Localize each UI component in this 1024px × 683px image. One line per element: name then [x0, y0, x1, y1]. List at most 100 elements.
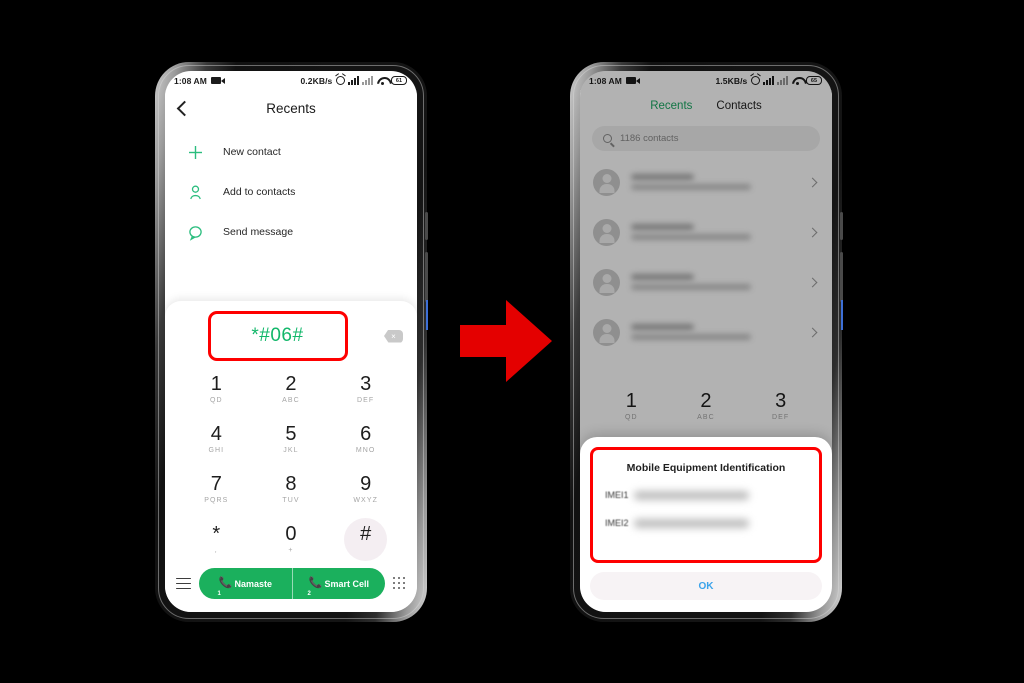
- key-sublabel: ABC: [282, 396, 300, 404]
- tab-recents[interactable]: Recents: [650, 100, 692, 112]
- dialpad-key-2[interactable]: 2 ABC: [669, 381, 744, 431]
- key-sublabel: QD: [624, 413, 638, 421]
- dialpad-key-8[interactable]: 8 TUV: [254, 464, 329, 514]
- avatar: [593, 218, 620, 246]
- key-digit: 0: [285, 522, 297, 545]
- key-sublabel: ABC: [697, 413, 715, 421]
- right-status-time-group: 1:08 AM: [589, 75, 640, 86]
- key-digit: 3: [775, 389, 787, 412]
- dialpad-key-0[interactable]: 0 +: [254, 514, 329, 564]
- red-right-arrow-icon: [460, 300, 552, 382]
- imei2-label: IMEI2: [605, 518, 629, 528]
- right-phone-power-button[interactable]: [840, 252, 843, 302]
- page-title: Recents: [266, 100, 316, 116]
- dialpad-key-1[interactable]: 1 QD: [594, 381, 669, 431]
- right-status-network-speed: 1.5KB/s: [715, 75, 748, 86]
- imei1-row: IMEI1: [605, 490, 807, 500]
- left-status-icons: 0.2KB/s 61: [300, 76, 407, 86]
- tab-contacts[interactable]: Contacts: [716, 100, 761, 112]
- key-sublabel: GHI: [208, 446, 225, 454]
- left-status-bar: 1:08 AM 0.2KB/s 61: [165, 71, 417, 90]
- wifi-icon: [377, 77, 388, 85]
- right-status-time: 1:08 AM: [589, 75, 622, 86]
- chevron-right-icon[interactable]: [807, 177, 818, 187]
- chevron-right-icon[interactable]: [807, 227, 818, 237]
- dialpad-key-4[interactable]: 4 GHI: [179, 414, 254, 464]
- imei-dialog-title: Mobile Equipment Identification: [626, 462, 786, 474]
- dialpad-key-5[interactable]: 5 JKL: [254, 414, 329, 464]
- search-placeholder: 1186 contacts: [620, 133, 679, 144]
- key-sublabel: WXYZ: [353, 496, 378, 504]
- imei-dialog-highlight-box: Mobile Equipment Identification IMEI1 IM…: [590, 447, 822, 563]
- key-digit: 6: [360, 422, 372, 445]
- left-phone-edge-accent: [426, 300, 428, 330]
- dialpad-key-2[interactable]: 2 ABC: [254, 364, 329, 414]
- person-add-icon: [187, 184, 204, 201]
- left-phone-device: 1:08 AM 0.2KB/s 61 Recents New contact A…: [155, 62, 428, 622]
- key-sublabel: JKL: [283, 446, 299, 454]
- ok-button[interactable]: OK: [590, 572, 822, 600]
- left-phone-screen: 1:08 AM 0.2KB/s 61 Recents New contact A…: [165, 71, 417, 612]
- left-phone-volume-button[interactable]: [425, 212, 428, 240]
- sim-number: 1: [217, 591, 221, 597]
- menu-item-add-to-contacts[interactable]: Add to contacts: [165, 172, 417, 212]
- right-phone-volume-button[interactable]: [840, 212, 843, 240]
- call-button-sim1[interactable]: 📞1 Namaste: [199, 568, 292, 599]
- menu-item-label: Send message: [223, 226, 294, 238]
- contact-text-blurred: [631, 270, 798, 294]
- chevron-right-icon[interactable]: [807, 277, 818, 287]
- backspace-icon[interactable]: ×: [384, 329, 403, 343]
- plus-icon: [187, 144, 204, 161]
- dialpad-key-hash[interactable]: #: [328, 514, 403, 564]
- list-item[interactable]: [580, 207, 832, 257]
- top-tabs: Recents Contacts: [580, 90, 832, 122]
- dialpad-key-3[interactable]: 3 DEF: [328, 364, 403, 414]
- key-sublabel: PQRS: [204, 496, 229, 504]
- call-buttons-pill: 📞1 Namaste 📞2 Smart Cell: [199, 568, 385, 599]
- dialpad-key-9[interactable]: 9 WXYZ: [328, 464, 403, 514]
- video-camera-icon: [625, 77, 640, 84]
- avatar: [593, 268, 620, 296]
- list-item[interactable]: [580, 257, 832, 307]
- alarm-icon: [335, 76, 345, 85]
- avatar: [593, 318, 620, 346]
- chevron-right-icon[interactable]: [807, 327, 818, 337]
- left-top-bar: Recents: [165, 90, 417, 126]
- dial-input-row: *#06# ×: [165, 310, 417, 362]
- key-sublabel: DEF: [772, 413, 790, 421]
- avatar: [593, 168, 620, 196]
- right-dialpad-keys-partial: 1 QD 2 ABC 3 DEF: [580, 379, 832, 437]
- menu-item-label: New contact: [223, 146, 281, 158]
- contact-actions-menu: New contact Add to contacts Send message: [165, 126, 417, 252]
- phone-icon: 📞2: [307, 577, 323, 598]
- wifi-icon: [792, 77, 803, 85]
- dialpad-key-1[interactable]: 1 QD: [179, 364, 254, 414]
- keypad-grid-icon[interactable]: [393, 577, 406, 590]
- imei-dialog: Mobile Equipment Identification IMEI1 IM…: [580, 437, 832, 612]
- key-sublabel: MNO: [355, 446, 376, 454]
- list-item[interactable]: [580, 157, 832, 207]
- dialpad-sheet: *#06# × 1 QD 2 ABC 3 DEF 4 GHI 5 JKL 6 MNO 7 PQ…: [165, 301, 417, 612]
- call-button-sim2[interactable]: 📞2 Smart Cell: [291, 568, 386, 599]
- dialpad-key-3[interactable]: 3 DEF: [743, 381, 818, 431]
- signal-bars-icon: [348, 76, 359, 85]
- dialpad-key-6[interactable]: 6 MNO: [328, 414, 403, 464]
- search-input[interactable]: 1186 contacts: [592, 126, 820, 151]
- key-digit: #: [360, 522, 372, 545]
- right-phone-edge-accent: [841, 300, 843, 330]
- key-digit: 2: [285, 372, 297, 395]
- phone-icon: 📞1: [217, 577, 233, 598]
- list-item[interactable]: [580, 307, 832, 357]
- dial-number-value: *#06#: [251, 325, 304, 346]
- dialpad-key-star[interactable]: *,: [179, 514, 254, 564]
- key-digit: *: [212, 522, 221, 545]
- left-phone-power-button[interactable]: [425, 252, 428, 302]
- hamburger-menu-icon[interactable]: [176, 577, 191, 590]
- contact-text-blurred: [631, 320, 798, 344]
- dialpad-key-7[interactable]: 7 PQRS: [179, 464, 254, 514]
- menu-item-send-message[interactable]: Send message: [165, 212, 417, 252]
- sim-number: 2: [307, 591, 311, 597]
- menu-item-new-contact[interactable]: New contact: [165, 132, 417, 172]
- dial-number-field-highlight[interactable]: *#06#: [207, 311, 348, 361]
- battery-icon: 65: [806, 76, 822, 85]
